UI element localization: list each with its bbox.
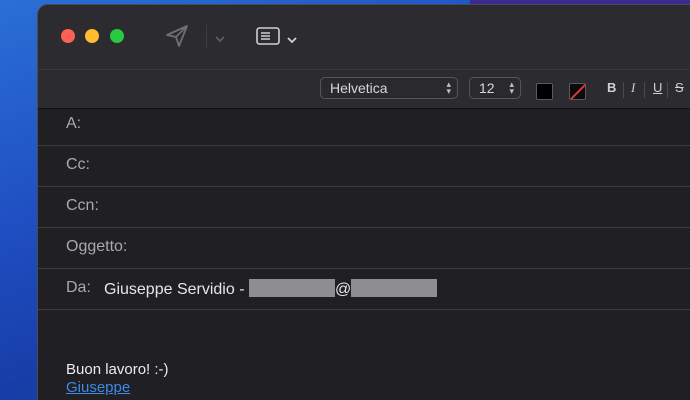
cc-label: Cc: xyxy=(66,156,90,173)
subject-label: Oggetto: xyxy=(66,238,128,255)
font-family-select[interactable]: Helvetica ▴ ▾ xyxy=(320,77,458,99)
message-body[interactable]: Buon lavoro! :-) Giuseppe xyxy=(66,361,169,397)
bcc-field[interactable]: Ccn: xyxy=(38,186,690,228)
redacted-box xyxy=(351,279,438,297)
font-size-select[interactable]: 12 ▴ ▾ xyxy=(469,77,521,99)
minimize-window-button[interactable] xyxy=(85,29,99,43)
chevron-down-icon[interactable] xyxy=(286,32,298,50)
signature-link[interactable]: Giuseppe xyxy=(66,379,169,397)
up-down-arrows-icon: ▴ ▾ xyxy=(446,79,451,96)
format-divider xyxy=(644,82,645,98)
to-field[interactable]: A: xyxy=(38,104,690,146)
format-divider xyxy=(623,82,624,98)
list-header-icon[interactable] xyxy=(256,27,280,50)
close-window-button[interactable] xyxy=(61,29,75,43)
font-family-value: Helvetica xyxy=(330,80,388,96)
bold-button[interactable]: B xyxy=(607,80,616,95)
underline-button[interactable]: U xyxy=(653,80,662,95)
title-bar xyxy=(38,5,690,69)
at-sign: @ xyxy=(334,281,352,298)
bcc-label: Ccn: xyxy=(66,197,99,214)
from-name: Giuseppe Servidio - xyxy=(104,281,249,298)
font-size-value: 12 xyxy=(479,80,495,96)
from-account-select[interactable]: Giuseppe Servidio - @ xyxy=(104,279,438,299)
to-label: A: xyxy=(66,115,82,132)
body-text-line: Buon lavoro! :-) xyxy=(66,361,169,378)
background-color-none-swatch[interactable] xyxy=(569,83,586,100)
paper-plane-icon[interactable] xyxy=(164,23,190,54)
italic-button[interactable]: I xyxy=(631,80,635,96)
up-down-arrows-icon: ▴ ▾ xyxy=(509,79,514,96)
strikethrough-button[interactable]: S xyxy=(675,80,684,95)
chevron-down-icon[interactable] xyxy=(214,31,226,49)
format-bar: Helvetica ▴ ▾ 12 ▴ ▾ B I U S xyxy=(38,69,690,109)
maximize-window-button[interactable] xyxy=(110,29,124,43)
from-field[interactable]: Da: Giuseppe Servidio - @ xyxy=(38,268,690,310)
from-label: Da: xyxy=(66,279,91,296)
redacted-box xyxy=(248,279,335,297)
format-divider xyxy=(667,82,668,98)
text-color-swatch[interactable] xyxy=(536,83,553,100)
toolbar-divider xyxy=(206,25,207,49)
compose-window: Helvetica ▴ ▾ 12 ▴ ▾ B I U S A: Cc: Ccn: O… xyxy=(37,4,690,400)
subject-field[interactable]: Oggetto: xyxy=(38,227,690,269)
cc-field[interactable]: Cc: xyxy=(38,145,690,187)
